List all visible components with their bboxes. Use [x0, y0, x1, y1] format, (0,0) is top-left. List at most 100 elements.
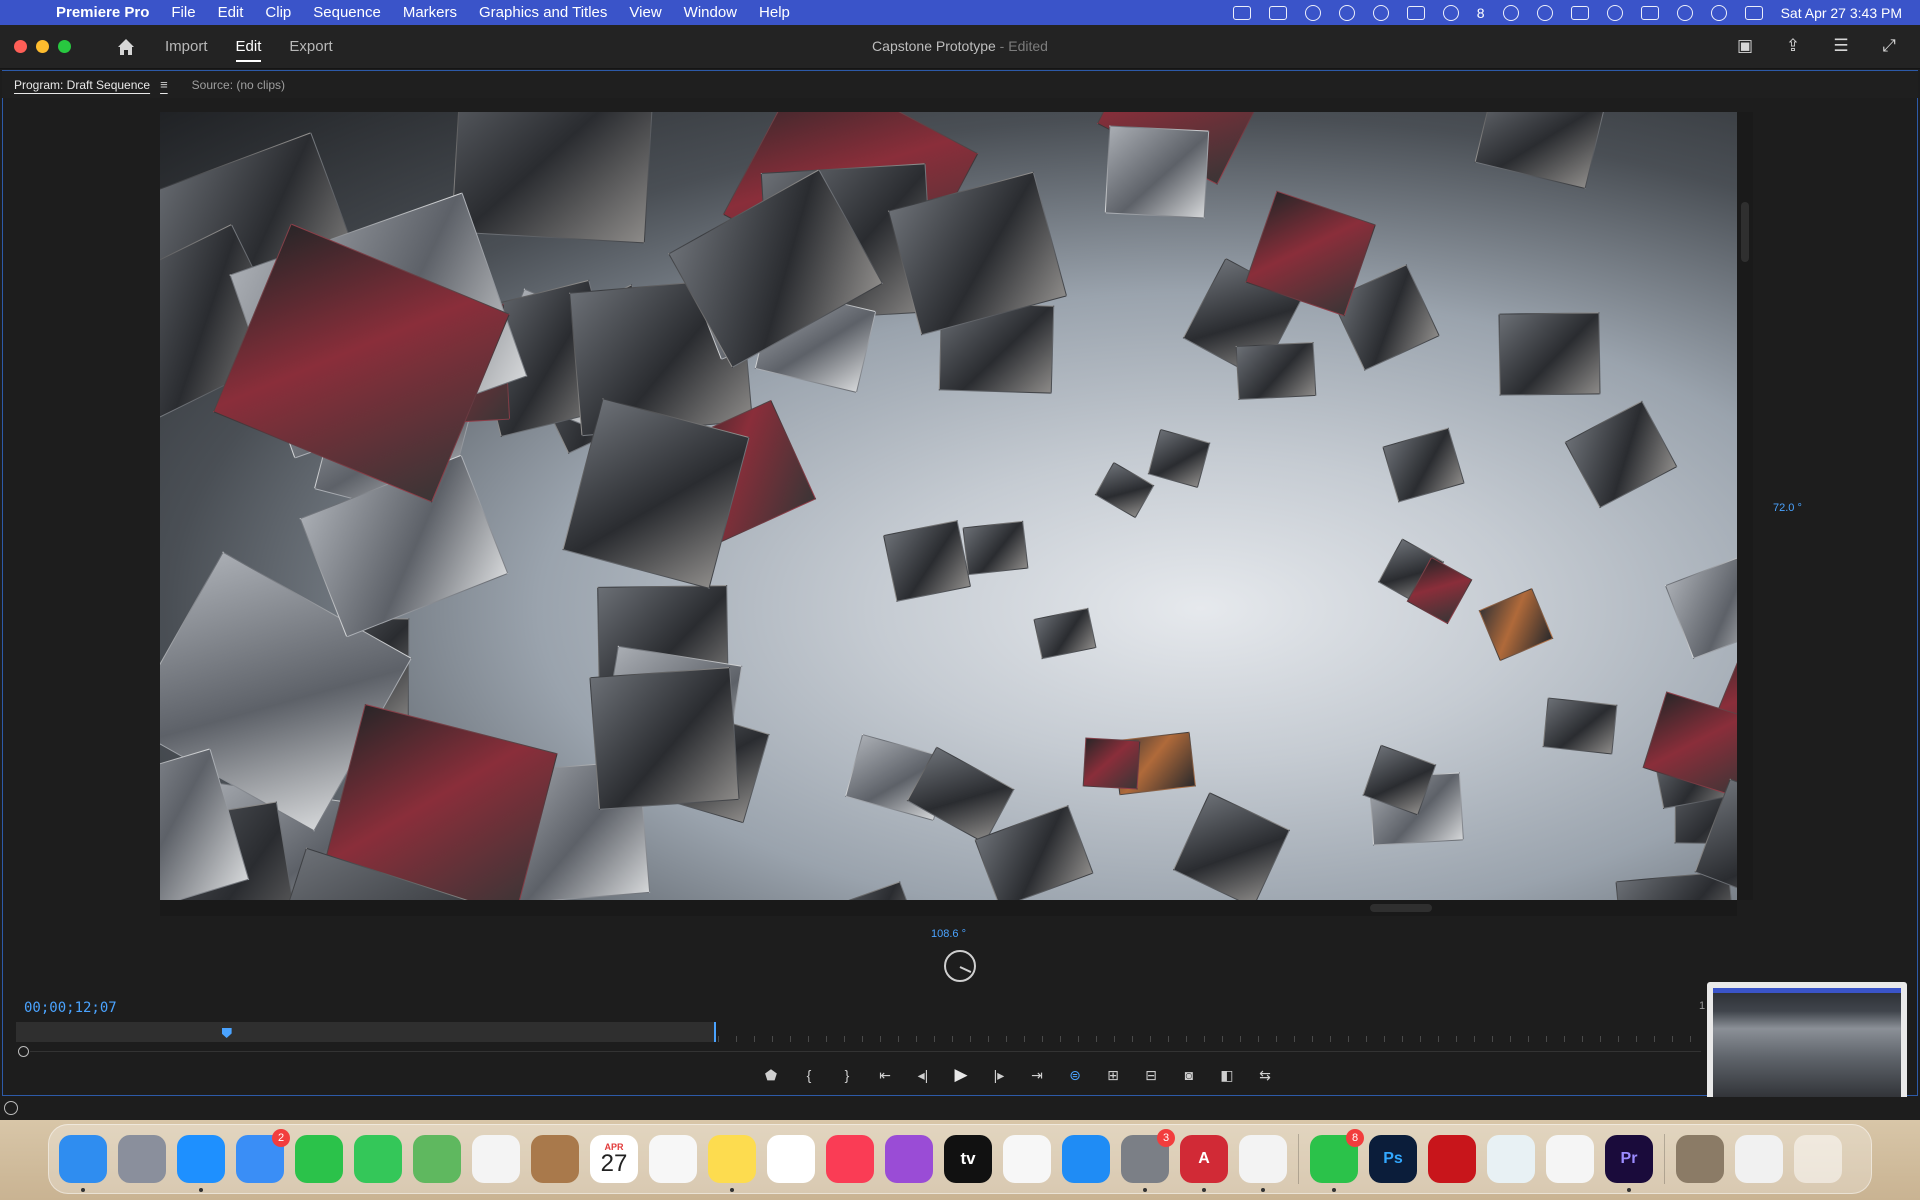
step-back-icon[interactable]: ◂| — [911, 1064, 935, 1086]
dock-photoshop-icon[interactable]: Ps — [1369, 1135, 1417, 1183]
menu-graphics[interactable]: Graphics and Titles — [468, 4, 618, 21]
dock-news-icon[interactable] — [1003, 1135, 1051, 1183]
play-icon[interactable]: ▶ — [949, 1064, 973, 1086]
horizontal-scroll-thumb[interactable] — [1370, 904, 1432, 912]
calendar-day: 27 — [600, 1150, 628, 1177]
comparison-view-icon[interactable]: ◧ — [1215, 1064, 1239, 1086]
video-frame[interactable] — [160, 112, 1737, 900]
screenshot-thumbnail[interactable] — [1707, 982, 1907, 1110]
tab-export[interactable]: Export — [289, 34, 332, 59]
extract-icon[interactable]: ⊟ — [1139, 1064, 1163, 1086]
zoom-handle[interactable] — [18, 1046, 29, 1057]
menu-help[interactable]: Help — [748, 4, 801, 21]
dock-podcasts-icon[interactable] — [885, 1135, 933, 1183]
dock-acrobat-icon[interactable] — [1428, 1135, 1476, 1183]
dock-app-store-icon[interactable] — [1062, 1135, 1110, 1183]
menu-window[interactable]: Window — [673, 4, 748, 21]
zoom-scroll-bar[interactable] — [16, 1046, 1701, 1058]
dock-contacts-icon[interactable] — [531, 1135, 579, 1183]
go-to-in-icon[interactable]: ⇤ — [873, 1064, 897, 1086]
slack-status-icon[interactable] — [1570, 5, 1589, 20]
close-window-button[interactable] — [14, 40, 27, 53]
fullscreen-icon[interactable]: ⤢ — [1878, 35, 1900, 57]
home-icon[interactable] — [115, 36, 137, 58]
export-frame-icon[interactable]: ◙ — [1177, 1064, 1201, 1086]
proxy-toggle-icon[interactable]: ⇆ — [1253, 1064, 1277, 1086]
dock-slack-icon[interactable] — [1546, 1135, 1594, 1183]
dock-trash-icon[interactable] — [1794, 1135, 1842, 1183]
dock-finder-icon[interactable] — [59, 1135, 107, 1192]
yaw-dial-icon[interactable] — [944, 950, 976, 982]
vpn-icon[interactable] — [1502, 4, 1519, 21]
go-to-out-icon[interactable]: ⇥ — [1025, 1064, 1049, 1086]
wifi-icon[interactable] — [1676, 4, 1693, 21]
dock-downloads-stack-icon[interactable] — [1676, 1135, 1724, 1183]
dock-premiere-icon[interactable]: Pr — [1605, 1135, 1653, 1192]
dock-reminders-icon[interactable] — [649, 1135, 697, 1183]
playhead-timecode[interactable]: 00;00;12;07 — [24, 1000, 117, 1016]
dock-system-settings-icon[interactable]: 3 — [1121, 1129, 1175, 1192]
dock-maps-icon[interactable] — [413, 1135, 461, 1183]
dock-chrome-icon[interactable] — [1239, 1135, 1287, 1192]
dock-launchpad-icon[interactable] — [118, 1135, 166, 1183]
play-status-icon[interactable] — [1606, 4, 1623, 21]
vertical-scrollbar[interactable] — [1737, 112, 1753, 900]
dock-notes-icon[interactable] — [708, 1135, 756, 1192]
status-icons: 8 Sat Apr 27 3:43 PM — [1232, 4, 1920, 21]
dock-mail-icon[interactable]: 2 — [236, 1129, 290, 1183]
bartender-icon[interactable] — [1372, 4, 1389, 21]
clock[interactable]: Sat Apr 27 3:43 PM — [1781, 5, 1902, 21]
dock-vpn-app-icon[interactable] — [1487, 1135, 1535, 1183]
menu-view[interactable]: View — [618, 4, 672, 21]
camera-icon[interactable] — [1406, 5, 1425, 20]
dock-messages-icon[interactable] — [354, 1135, 402, 1183]
step-forward-icon[interactable]: |▸ — [987, 1064, 1011, 1086]
wechat-status-icon[interactable] — [1442, 4, 1459, 21]
bluetooth-icon[interactable] — [1536, 4, 1553, 21]
spotlight-icon[interactable] — [1710, 4, 1727, 21]
menu-sequence[interactable]: Sequence — [302, 4, 392, 21]
autocad-status-icon[interactable] — [1268, 5, 1287, 20]
vertical-scroll-thumb[interactable] — [1741, 202, 1749, 262]
dock-tv-icon[interactable]: tv — [944, 1135, 992, 1183]
menu-file[interactable]: File — [160, 4, 206, 21]
dock-music-icon[interactable] — [826, 1135, 874, 1183]
battery-icon[interactable] — [1640, 5, 1659, 20]
dock-facetime-icon[interactable] — [295, 1135, 343, 1183]
dock-autocad-icon[interactable]: A — [1180, 1135, 1228, 1192]
menu-app-name[interactable]: Premiere Pro — [56, 4, 160, 21]
vr-video-toggle-icon[interactable]: ⊜ — [1063, 1064, 1087, 1086]
dock-calendar-icon[interactable]: APR 27 — [590, 1135, 638, 1183]
time-ruler[interactable] — [16, 1022, 1701, 1042]
horizontal-scrollbar[interactable] — [160, 900, 1737, 916]
control-center-icon[interactable] — [1744, 5, 1763, 20]
send-icon[interactable] — [1338, 4, 1355, 21]
menu-clip[interactable]: Clip — [254, 4, 302, 21]
add-marker-icon[interactable]: ⬟ — [759, 1064, 783, 1086]
progress-menu-icon[interactable]: ☰ — [1830, 35, 1852, 57]
dock-documents-stack-icon[interactable] — [1735, 1135, 1783, 1183]
tab-program-monitor[interactable]: Program: Draft Sequence ≡ — [2, 71, 180, 99]
screen-record-icon[interactable] — [1232, 5, 1251, 20]
dock-safari-icon[interactable] — [177, 1135, 225, 1192]
menu-edit[interactable]: Edit — [207, 4, 255, 21]
mark-out-icon[interactable]: } — [835, 1064, 859, 1086]
workspaces-icon[interactable]: ▣ — [1734, 35, 1756, 57]
zoom-track — [30, 1051, 1701, 1052]
share-icon[interactable]: ⇪ — [1782, 35, 1804, 57]
zoom-window-button[interactable] — [58, 40, 71, 53]
lift-icon[interactable]: ⊞ — [1101, 1064, 1125, 1086]
mark-in-icon[interactable]: { — [797, 1064, 821, 1086]
dock-freeform-icon[interactable] — [767, 1135, 815, 1183]
menu-markers[interactable]: Markers — [392, 4, 468, 21]
dock-wechat-icon[interactable]: 8 — [1310, 1129, 1364, 1192]
cc-libraries-icon[interactable] — [4, 1101, 18, 1115]
dock-photos-icon[interactable] — [472, 1135, 520, 1183]
creative-cloud-icon[interactable] — [1304, 4, 1321, 21]
panel-menu-icon[interactable]: ≡ — [160, 77, 168, 92]
tab-source-monitor[interactable]: Source: (no clips) — [180, 71, 297, 99]
tab-edit[interactable]: Edit — [235, 34, 261, 62]
tab-import[interactable]: Import — [165, 34, 208, 59]
out-point-marker[interactable] — [714, 1022, 717, 1042]
minimize-window-button[interactable] — [36, 40, 49, 53]
